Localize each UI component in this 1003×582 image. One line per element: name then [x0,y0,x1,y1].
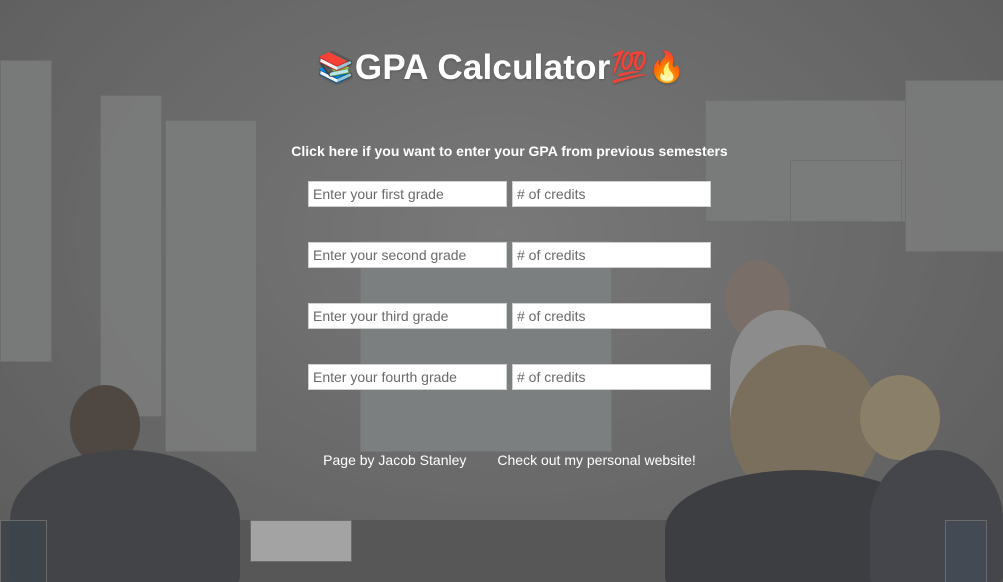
fourth-credits-input[interactable] [512,364,711,390]
first-grade-input[interactable] [308,181,507,207]
hundred-points-icon: 💯 [610,51,649,84]
fire-icon: 🔥 [648,51,686,84]
fourth-grade-input[interactable] [308,364,507,390]
title-text: GPA Calculator [354,48,611,87]
grade-row-2 [308,242,711,268]
main-content: 📚GPA Calculator💯🔥 Click here if you want… [0,0,1003,582]
footer: Page by Jacob Stanley Check out my perso… [0,452,1003,468]
third-credits-input[interactable] [512,303,711,329]
grade-row-4 [308,364,711,390]
second-credits-input[interactable] [512,242,711,268]
grade-row-3 [308,303,711,329]
second-grade-input[interactable] [308,242,507,268]
books-icon: 📚 [317,51,355,84]
third-grade-input[interactable] [308,303,507,329]
page-title: 📚GPA Calculator💯🔥 [0,48,1003,88]
previous-semesters-link[interactable]: Click here if you want to enter your GPA… [0,143,1003,159]
personal-website-link[interactable]: Check out my personal website! [497,452,695,468]
first-credits-input[interactable] [512,181,711,207]
author-credit: Page by Jacob Stanley [323,452,467,468]
grade-row-1 [308,181,711,207]
